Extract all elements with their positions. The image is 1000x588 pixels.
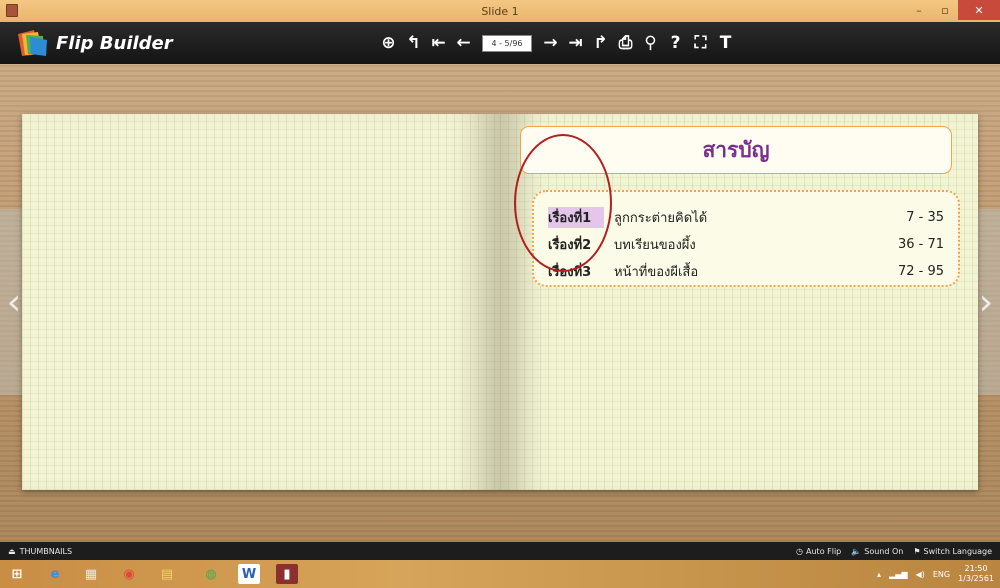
toc-item[interactable]: เรื่องที่2 บทเรียนของผึ้ง 36 - 71 bbox=[548, 231, 958, 258]
search-icon[interactable]: ⚲ bbox=[638, 30, 663, 56]
help-icon[interactable]: ? bbox=[663, 30, 688, 56]
text-icon[interactable]: T bbox=[713, 30, 738, 56]
auto-flip-label: Auto Flip bbox=[806, 546, 842, 556]
fullscreen-icon[interactable]: ⛶ bbox=[688, 30, 713, 56]
app-name: Flip Builder bbox=[56, 32, 173, 54]
toc-title: ลูกกระต่ายคิดได้ bbox=[614, 211, 708, 226]
clock-time: 21:50 bbox=[964, 564, 988, 573]
app-icon bbox=[6, 4, 18, 17]
next-page-icon[interactable]: → bbox=[538, 30, 563, 56]
chrome-icon[interactable]: ◍ bbox=[200, 564, 222, 584]
store-icon[interactable]: ▦ bbox=[80, 564, 102, 584]
sound-label: Sound On bbox=[864, 546, 904, 556]
volume-icon[interactable]: ◀) bbox=[916, 570, 925, 579]
flag-icon: ⚑ bbox=[913, 546, 921, 556]
toc-title: บทเรียนของผึ้ง bbox=[614, 238, 696, 253]
toc-heading: สารบัญ bbox=[702, 137, 770, 162]
previous-page-icon[interactable]: ← bbox=[451, 30, 476, 56]
print-icon[interactable]: ⎙ bbox=[613, 30, 638, 56]
right-page[interactable]: สารบัญ เรื่องที่1 ลูกกระต่ายคิดได้ 7 - 3… bbox=[500, 114, 978, 490]
back-icon[interactable]: ↰ bbox=[401, 30, 426, 56]
toc-pages: 7 - 35 bbox=[906, 210, 944, 225]
close-button[interactable]: ✕ bbox=[958, 0, 1000, 20]
last-page-icon[interactable]: ⇥ bbox=[563, 30, 588, 56]
tray-arrow-icon[interactable]: ▴ bbox=[877, 570, 881, 579]
thumbnails-label: THUMBNAILS bbox=[19, 546, 73, 556]
taskbar-clock[interactable]: 21:50 1/3/2561 bbox=[958, 564, 994, 584]
reader-options: ◷ Auto Flip 🔈 Sound On ⚑ Switch Language bbox=[796, 547, 992, 556]
windows-taskbar: ⊞ e ▦ ◉ ▤ ◍ W ▮ ▴ ▂▄▆ ◀) ENG 21:50 1/3/2… bbox=[0, 560, 1000, 588]
window-titlebar: Slide 1 – ▫ ✕ bbox=[0, 0, 1000, 22]
app-logo: Flip Builder bbox=[10, 28, 173, 58]
chevron-right-icon: › bbox=[978, 281, 994, 323]
file-explorer-icon[interactable]: ▤ bbox=[156, 564, 178, 584]
input-language[interactable]: ENG bbox=[933, 570, 950, 579]
internet-explorer-icon[interactable]: e bbox=[44, 564, 66, 584]
forward-icon[interactable]: ↱ bbox=[588, 30, 613, 56]
clock-icon: ◷ bbox=[796, 546, 804, 556]
app-toolbar: Flip Builder ⊕ ↰ ⇤ ← 4 - 5/96 → ⇥ ↱ ⎙ ⚲ … bbox=[0, 22, 1000, 64]
toolbar-controls: ⊕ ↰ ⇤ ← 4 - 5/96 → ⇥ ↱ ⎙ ⚲ ? ⛶ T bbox=[376, 30, 738, 56]
switch-language-button[interactable]: ⚑ Switch Language bbox=[913, 547, 992, 556]
flip-builder-taskbar-icon[interactable]: ▮ bbox=[276, 564, 298, 584]
system-tray: ▴ ▂▄▆ ◀) ENG 21:50 1/3/2561 bbox=[877, 560, 994, 588]
zoom-in-icon[interactable]: ⊕ bbox=[376, 30, 401, 56]
maximize-button[interactable]: ▫ bbox=[932, 0, 958, 20]
book-logo-icon bbox=[18, 30, 47, 56]
switch-language-label: Switch Language bbox=[923, 546, 992, 556]
window-controls: – ▫ ✕ bbox=[906, 0, 1000, 22]
toc-pages: 36 - 71 bbox=[897, 237, 944, 252]
first-page-icon[interactable]: ⇤ bbox=[426, 30, 451, 56]
minimize-button[interactable]: – bbox=[906, 0, 932, 20]
windows-start-icon[interactable]: ⊞ bbox=[6, 564, 28, 584]
app-red-icon[interactable]: ◉ bbox=[118, 564, 140, 584]
chevron-left-icon: ‹ bbox=[6, 281, 22, 323]
word-icon[interactable]: W bbox=[238, 564, 260, 584]
thumbnails-toggle[interactable]: ⏏ THUMBNAILS bbox=[8, 547, 72, 556]
toc-title: หน้าที่ของผีเสื้อ bbox=[614, 265, 699, 280]
left-page[interactable] bbox=[22, 114, 500, 490]
toc-item[interactable]: เรื่องที่3 หน้าที่ของผีเสื้อ 72 - 95 bbox=[548, 258, 958, 285]
speaker-icon: 🔈 bbox=[851, 546, 862, 556]
network-icon[interactable]: ▂▄▆ bbox=[889, 570, 907, 579]
annotation-circle bbox=[514, 134, 612, 272]
book-stage: ‹ › สารบัญ เรื่องที่1 ลูกกระต่ายคิดได้ 7… bbox=[0, 64, 1000, 542]
clock-date: 1/3/2561 bbox=[958, 574, 994, 583]
window-title: Slide 1 bbox=[481, 4, 519, 18]
auto-flip-toggle[interactable]: ◷ Auto Flip bbox=[796, 547, 841, 556]
sound-toggle[interactable]: 🔈 Sound On bbox=[851, 547, 903, 556]
eject-icon: ⏏ bbox=[8, 546, 16, 556]
page-number-field[interactable]: 4 - 5/96 bbox=[482, 34, 532, 52]
reader-bottom-bar: ⏏ THUMBNAILS ◷ Auto Flip 🔈 Sound On ⚑ Sw… bbox=[0, 542, 1000, 560]
toc-pages: 72 - 95 bbox=[897, 264, 944, 279]
flip-book: สารบัญ เรื่องที่1 ลูกกระต่ายคิดได้ 7 - 3… bbox=[22, 114, 978, 490]
